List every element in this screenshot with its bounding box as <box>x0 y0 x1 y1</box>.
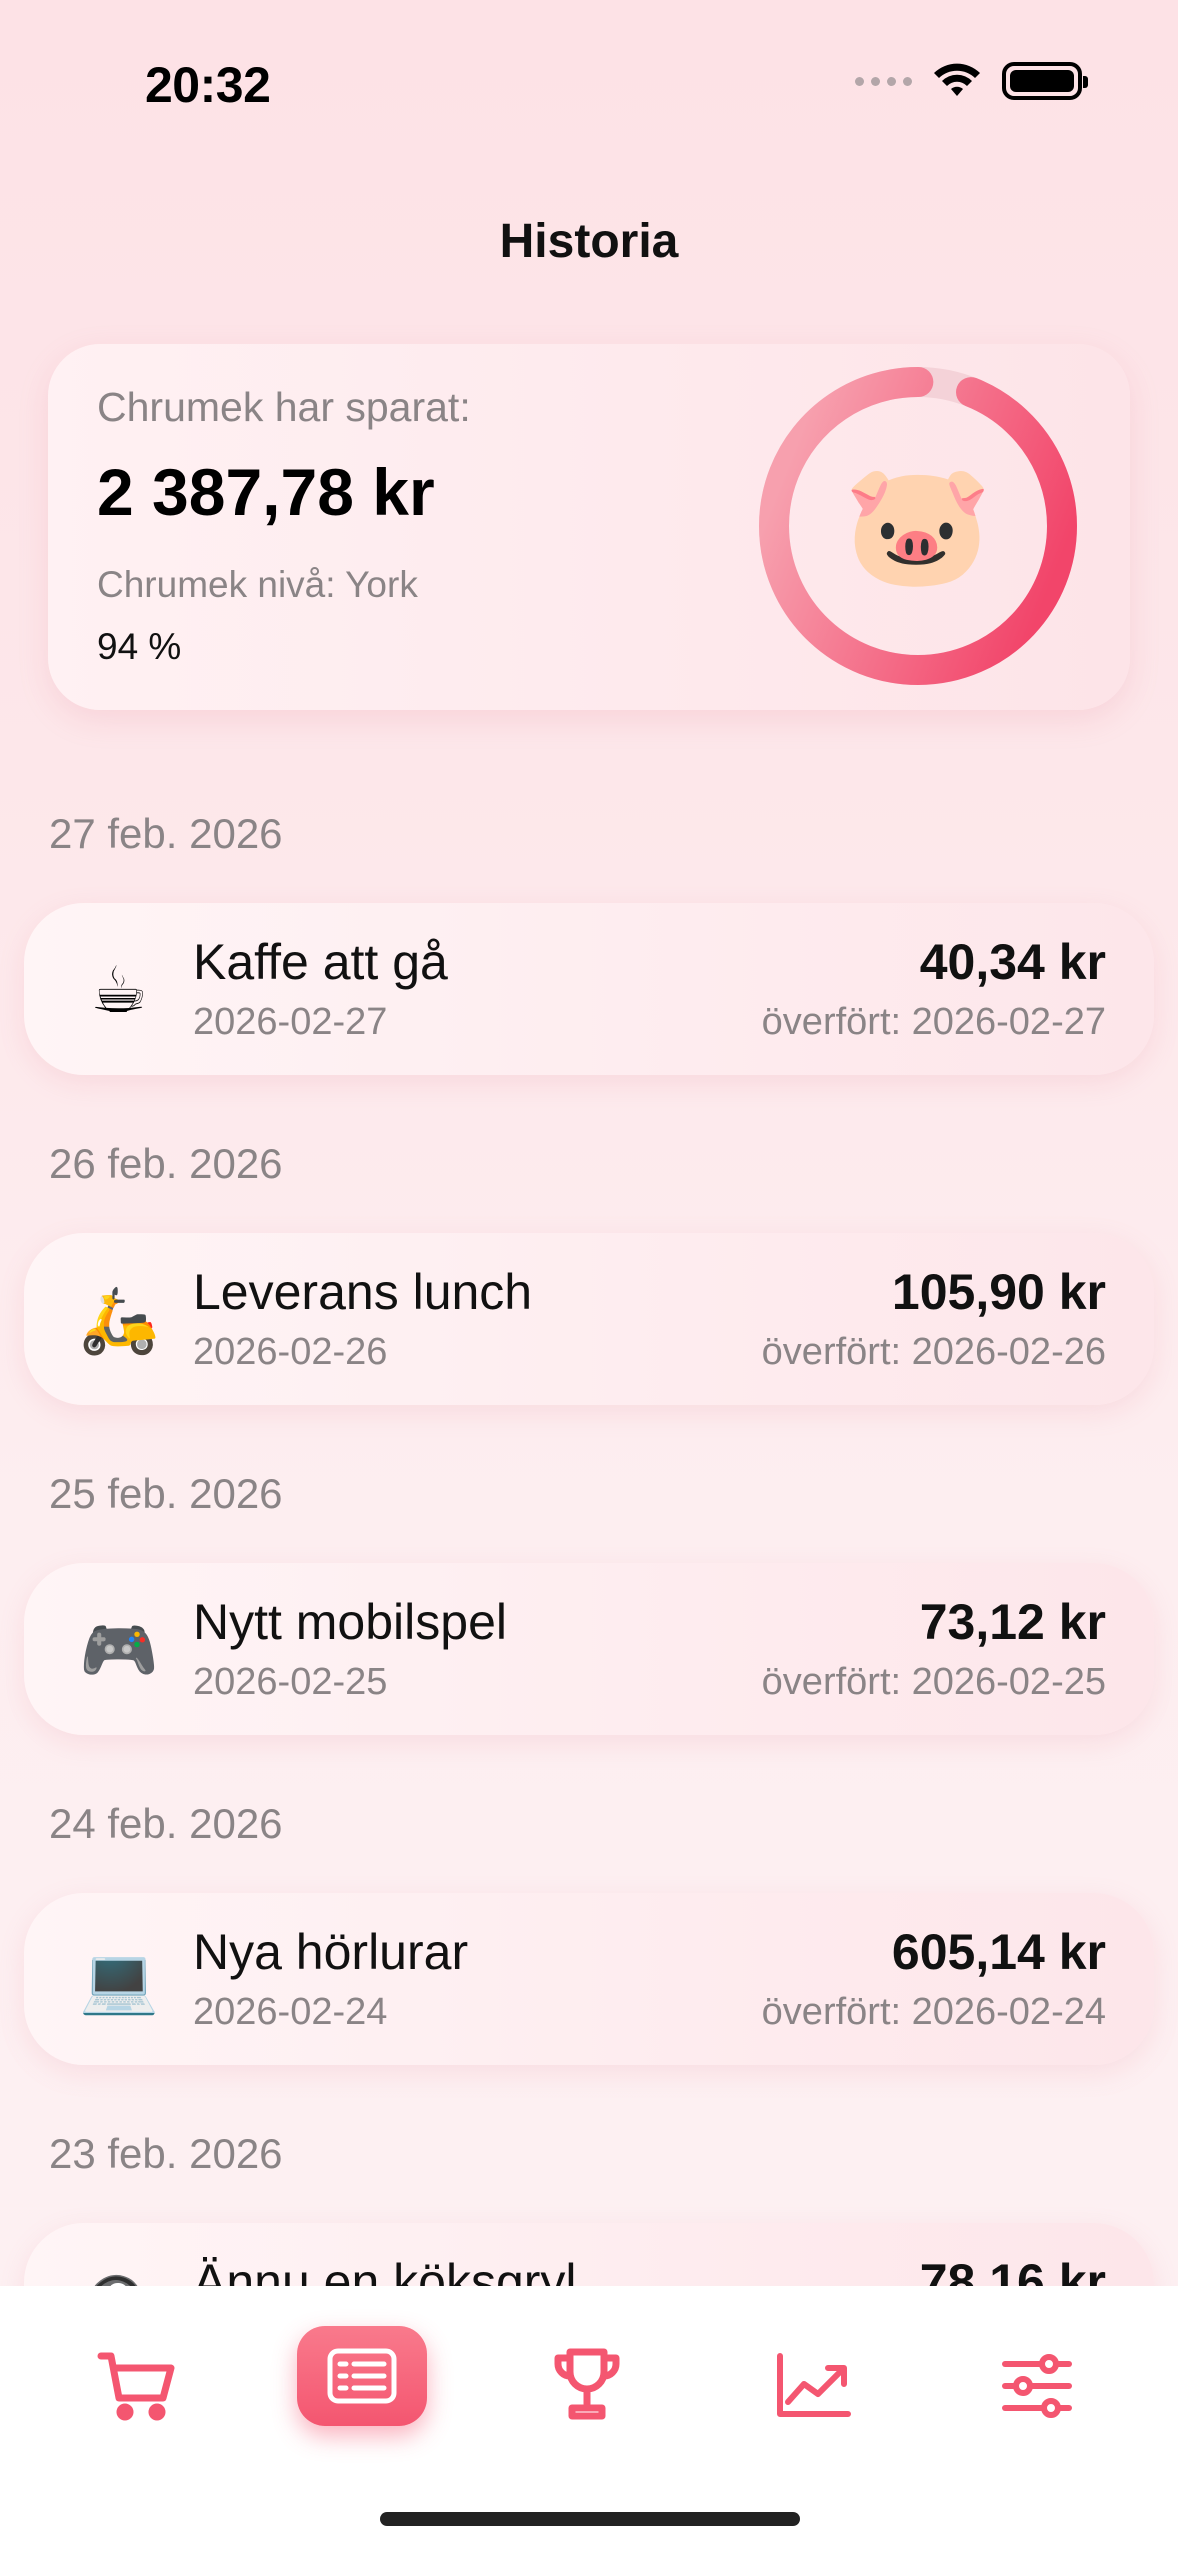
transaction-date: 2026-02-25 <box>193 1661 388 1703</box>
transaction-row[interactable]: 💻 Nya hörlurar 2026-02-24 605,14 kr överfört… <box>24 1893 1154 2065</box>
cellular-signal-icon <box>855 76 912 86</box>
transfer-date: överfört: 2026-02-25 <box>761 1661 1106 1703</box>
transaction-name: Kaffe att gå <box>193 934 448 990</box>
level-percent: 94 % <box>97 626 182 667</box>
transfer-date: överfört: 2026-02-24 <box>761 1991 1106 2033</box>
saved-amount: 2 387,78 kr <box>97 455 435 529</box>
date-header: 24 feb. 2026 <box>49 1800 283 1847</box>
transaction-name: Leverans lunch <box>193 1264 533 1320</box>
transaction-date: 2026-02-27 <box>193 1001 388 1043</box>
transaction-name: Nytt mobilspel <box>193 1594 507 1650</box>
saved-label: Chrumek har sparat: <box>97 384 471 430</box>
transaction-date: 2026-02-24 <box>193 1991 388 2033</box>
transaction-amount: 73,12 kr <box>919 1594 1106 1650</box>
tab-statistics[interactable] <box>748 2336 878 2436</box>
date-header: 27 feb. 2026 <box>49 810 283 857</box>
transaction-date: 2026-02-26 <box>193 1331 388 1373</box>
transaction-row[interactable]: 🎮 Nytt mobilspel 2026-02-25 73,12 kr överför… <box>24 1563 1154 1735</box>
status-indicators <box>855 62 1088 100</box>
status-time: 20:32 <box>145 57 271 113</box>
wifi-icon <box>934 63 980 96</box>
tab-achievements[interactable] <box>522 2334 652 2434</box>
date-header: 25 feb. 2026 <box>49 1470 283 1517</box>
coffee-icon: ☕ <box>90 953 148 1026</box>
date-header: 26 feb. 2026 <box>49 1140 283 1187</box>
transfer-date: överfört: 2026-02-26 <box>761 1331 1106 1373</box>
transaction-amount: 40,34 kr <box>919 934 1106 990</box>
transfer-date: överfört: 2026-02-27 <box>761 1001 1106 1043</box>
transaction-row[interactable]: 🛵 Leverans lunch 2026-02-26 105,90 kr överfö… <box>24 1233 1154 1405</box>
pig-mascot-icon: 🐷 <box>843 458 993 592</box>
transaction-amount: 105,90 kr <box>891 1264 1106 1320</box>
tab-history[interactable] <box>297 2326 427 2426</box>
transaction-name: Nya hörlurar <box>193 1924 469 1980</box>
tab-settings[interactable] <box>972 2336 1102 2436</box>
level-label: Chrumek nivå: York <box>97 564 418 605</box>
gamepad-icon: 🎮 <box>79 1613 159 1686</box>
transaction-amount: 605,14 kr <box>891 1924 1106 1980</box>
transaction-row[interactable]: ☕ Kaffe att gå 2026-02-27 40,34 kr överfört:… <box>24 903 1154 1075</box>
sliders-icon <box>1002 2354 1072 2418</box>
cart-icon <box>97 2352 175 2421</box>
chart-icon <box>777 2353 851 2417</box>
level-progress-ring: 🐷 <box>758 366 1078 686</box>
page-title: Historia <box>499 215 679 268</box>
trophy-icon <box>554 2348 620 2420</box>
home-indicator <box>380 2512 800 2526</box>
list-icon <box>327 2348 397 2404</box>
date-header: 23 feb. 2026 <box>49 2130 283 2177</box>
laptop-icon: 💻 <box>79 1943 159 2016</box>
savings-summary-card: Chrumek har sparat: 2 387,78 kr Chrumek … <box>48 344 1130 710</box>
scooter-icon: 🛵 <box>79 1283 159 1356</box>
battery-icon <box>1002 62 1088 100</box>
tab-shop[interactable] <box>72 2336 202 2436</box>
